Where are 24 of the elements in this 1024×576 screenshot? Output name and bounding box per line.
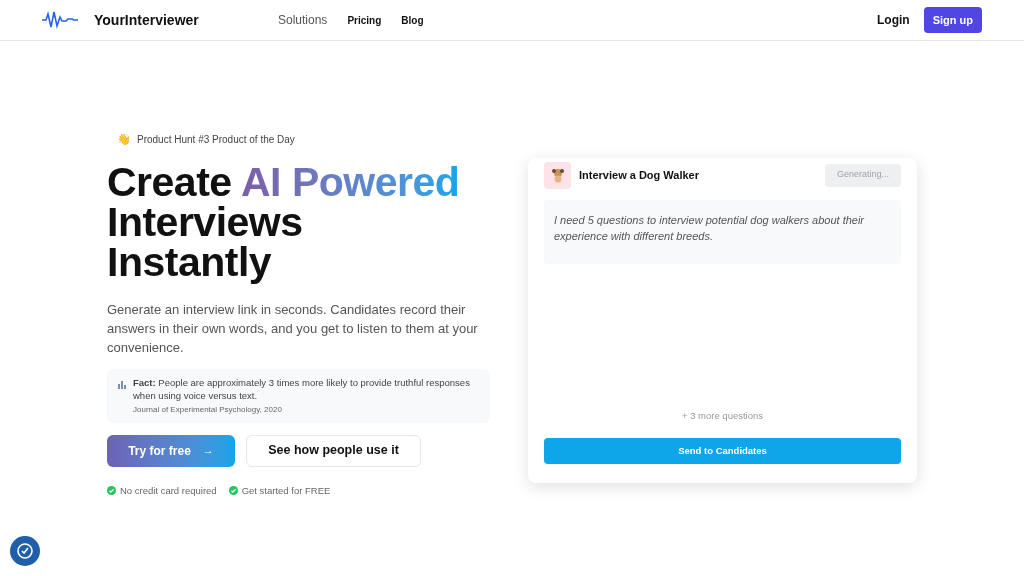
demo-title: Interview a Dog Walker [579, 167, 700, 183]
perk-text: No credit card required [120, 483, 217, 498]
login-link[interactable]: Login [877, 11, 910, 29]
prompt-text: I need 5 questions to interview potential dog walkers about their experience with different breeds. [554, 213, 866, 244]
fact-source: Journal of Experimental Psychology, 2020 [133, 403, 283, 416]
hero-description: Generate an interview link in seconds. Candidates record their answers in their own words, and you get to listen to them at your convenience. [107, 300, 479, 357]
bar-chart-icon [117, 379, 127, 389]
try-free-button[interactable]: Try for free → [107, 434, 235, 467]
check-circle-icon [228, 486, 238, 496]
see-usage-button[interactable]: See how people use it [246, 434, 421, 467]
nav-link[interactable]: Pricing [347, 12, 382, 28]
hero-heading: Create AI Powered Interviews Instantly [107, 161, 461, 282]
perk-text: Get started for FREE [241, 483, 331, 498]
dog-avatar-icon [544, 161, 571, 189]
waveform-logo-icon [42, 11, 80, 29]
more-questions-text: + 3 more questions [680, 409, 765, 423]
brand-name: YourInterviewer [94, 10, 200, 30]
signup-button[interactable]: Sign up [923, 7, 982, 33]
nav-link[interactable]: Blog [401, 12, 424, 28]
check-circle-icon [107, 486, 116, 496]
award-badge-text: Product Hunt #3 Product of the Day [137, 132, 295, 147]
waving-hand-icon: 👋 [117, 131, 131, 148]
fact-text: Fact: People are approximately 3 times more likely to provide truthful responses when using voice versus text. [133, 375, 471, 402]
nav-link[interactable]: Solutions [278, 11, 328, 29]
